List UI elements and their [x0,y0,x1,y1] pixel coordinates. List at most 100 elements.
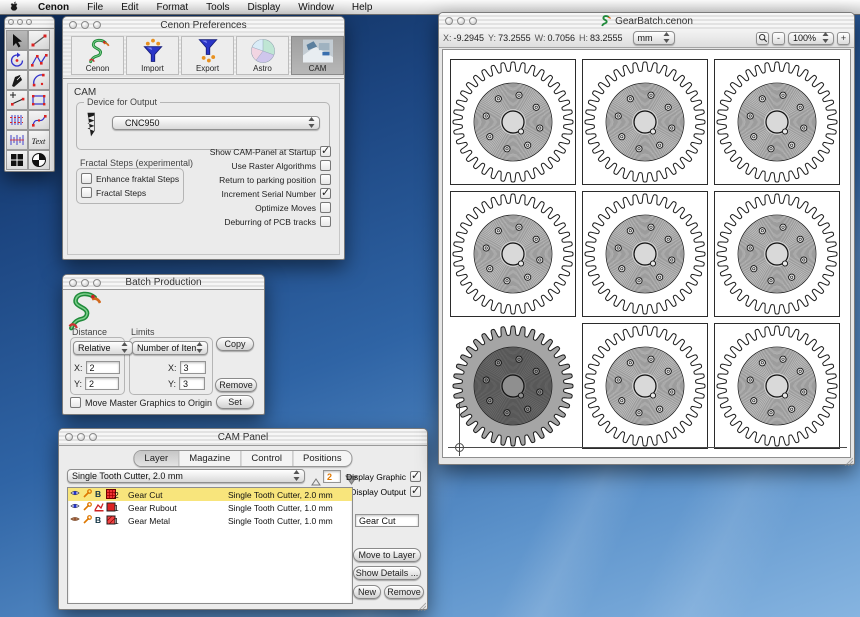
fractal-checkbox-0[interactable] [81,173,92,184]
layer-row-gear-rubout[interactable]: 1Gear RuboutSingle Tooth Cutter, 1.0 mm [68,501,352,514]
option-checkbox-2[interactable] [320,174,331,185]
option-checkbox-5[interactable] [320,216,331,227]
limits-y-field[interactable]: 3 [179,377,205,390]
device-popup[interactable]: CNC950 [112,116,320,130]
tool-rotate[interactable] [6,50,28,70]
unit-popup[interactable]: mm [633,31,675,45]
apple-menu-icon[interactable] [0,1,29,13]
prefs-tab-import[interactable]: Import [126,36,179,75]
set-button[interactable]: Set [216,395,254,409]
tool-arc[interactable] [28,70,50,90]
move-master-checkbox[interactable] [70,397,81,408]
layer-row-gear-cut[interactable]: B2Gear CutSingle Tooth Cutter, 2.0 mm [68,488,352,501]
close-button[interactable] [445,17,453,25]
minimize-button[interactable] [17,19,23,25]
copy-button[interactable]: Copy [216,337,254,351]
menu-edit[interactable]: Edit [112,2,147,13]
distance-mode-popup[interactable]: Relative [73,341,133,355]
close-button[interactable] [65,433,73,441]
tool-select-popup[interactable]: Single Tooth Cutter, 2.0 mm [67,469,305,483]
minimize-button[interactable] [81,279,89,287]
prefs-tab-cam[interactable]: CAM [291,36,344,75]
distance-y-field[interactable]: 2 [85,377,119,390]
tab-positions[interactable]: Positions [292,451,352,466]
layer-list[interactable]: B2Gear CutSingle Tooth Cutter, 2.0 mm1Ge… [67,487,353,604]
tab-layer[interactable]: Layer [134,451,178,466]
tool-rectangle[interactable] [28,90,50,110]
layer-number-field[interactable]: 2 [323,470,341,483]
show-details-button[interactable]: Show Details ... [353,566,421,580]
batch-titlebar[interactable]: Batch Production [63,275,264,290]
prefs-tab-astro[interactable]: Astro [236,36,289,75]
move-to-layer-button[interactable]: Move to Layer [353,548,421,562]
letter-b-icon[interactable]: B [94,489,104,500]
wrench-icon[interactable] [82,502,92,513]
limits-mode-popup[interactable]: Number of Items [132,341,208,355]
resize-grip[interactable] [843,453,853,463]
zoom-button[interactable] [26,19,32,25]
close-button[interactable] [8,19,14,25]
zoom-button[interactable] [93,21,101,29]
menu-help[interactable]: Help [343,2,382,13]
display-graphic-checkbox[interactable] [410,471,421,482]
menu-file[interactable]: File [78,2,112,13]
eye-blue-icon[interactable] [70,502,80,513]
limits-x-field[interactable]: 3 [180,361,206,374]
machine-red-icon[interactable] [94,502,104,513]
prefs-tab-export[interactable]: Export [181,36,234,75]
prefs-tab-cenon[interactable]: Cenon [71,36,124,75]
menu-format[interactable]: Format [147,2,197,13]
resize-grip[interactable] [416,598,426,608]
zoom-button[interactable] [89,433,97,441]
document-canvas[interactable] [442,49,851,458]
option-checkbox-1[interactable] [320,160,331,171]
cam-panel-titlebar[interactable]: CAM Panel [59,429,427,446]
tool-text[interactable]: Text [28,130,50,150]
menu-window[interactable]: Window [289,2,343,13]
remove-button[interactable]: Remove [215,378,257,392]
close-button[interactable] [69,279,77,287]
eye-brown-icon[interactable] [70,515,80,526]
tool-color-square[interactable] [6,150,28,170]
fractal-checkbox-1[interactable] [81,187,92,198]
zoom-button[interactable] [93,279,101,287]
zoom-button[interactable] [469,17,477,25]
tool-web[interactable] [28,150,50,170]
magnify-tool-button[interactable] [756,32,769,45]
tool-spline[interactable] [28,110,50,130]
minimize-button[interactable] [457,17,465,25]
tool-sinking[interactable] [6,130,28,150]
tool-line[interactable] [28,30,50,50]
display-output-checkbox[interactable] [410,486,421,497]
tool-select-arrow[interactable] [6,30,28,50]
zoom-popup[interactable]: 100% [788,32,834,45]
close-button[interactable] [69,21,77,29]
menu-cenon[interactable]: Cenon [29,2,78,13]
zoom-in-button[interactable]: + [837,32,850,45]
distance-x-field[interactable]: 2 [86,361,120,374]
new-button[interactable]: New [353,585,381,599]
tab-control[interactable]: Control [240,451,292,466]
letter-b-icon[interactable]: B [94,515,104,526]
tab-magazine[interactable]: Magazine [178,451,240,466]
wrench-icon[interactable] [82,515,92,526]
zoom-out-button[interactable]: - [772,32,785,45]
eye-blue-icon[interactable] [70,489,80,500]
menu-display[interactable]: Display [239,2,290,13]
tool-hatch[interactable] [6,110,28,130]
option-checkbox-3[interactable] [320,188,331,199]
option-checkbox-0[interactable] [320,146,331,157]
document-titlebar[interactable]: GearBatch.cenon [439,13,854,30]
minimize-button[interactable] [77,433,85,441]
tool-palette-titlebar[interactable] [5,17,54,29]
layer-name-field[interactable]: Gear Cut [355,514,419,527]
wrench-icon[interactable] [82,489,92,500]
tool-mark[interactable] [6,90,28,110]
remove-layer-button[interactable]: Remove [384,585,424,599]
preferences-titlebar[interactable]: Cenon Preferences [63,17,344,34]
tool-polyline[interactable] [28,50,50,70]
minimize-button[interactable] [81,21,89,29]
layer-row-gear-metal[interactable]: B1Gear MetalSingle Tooth Cutter, 1.0 mm [68,514,352,527]
tool-pen[interactable] [6,70,28,90]
option-checkbox-4[interactable] [320,202,331,213]
